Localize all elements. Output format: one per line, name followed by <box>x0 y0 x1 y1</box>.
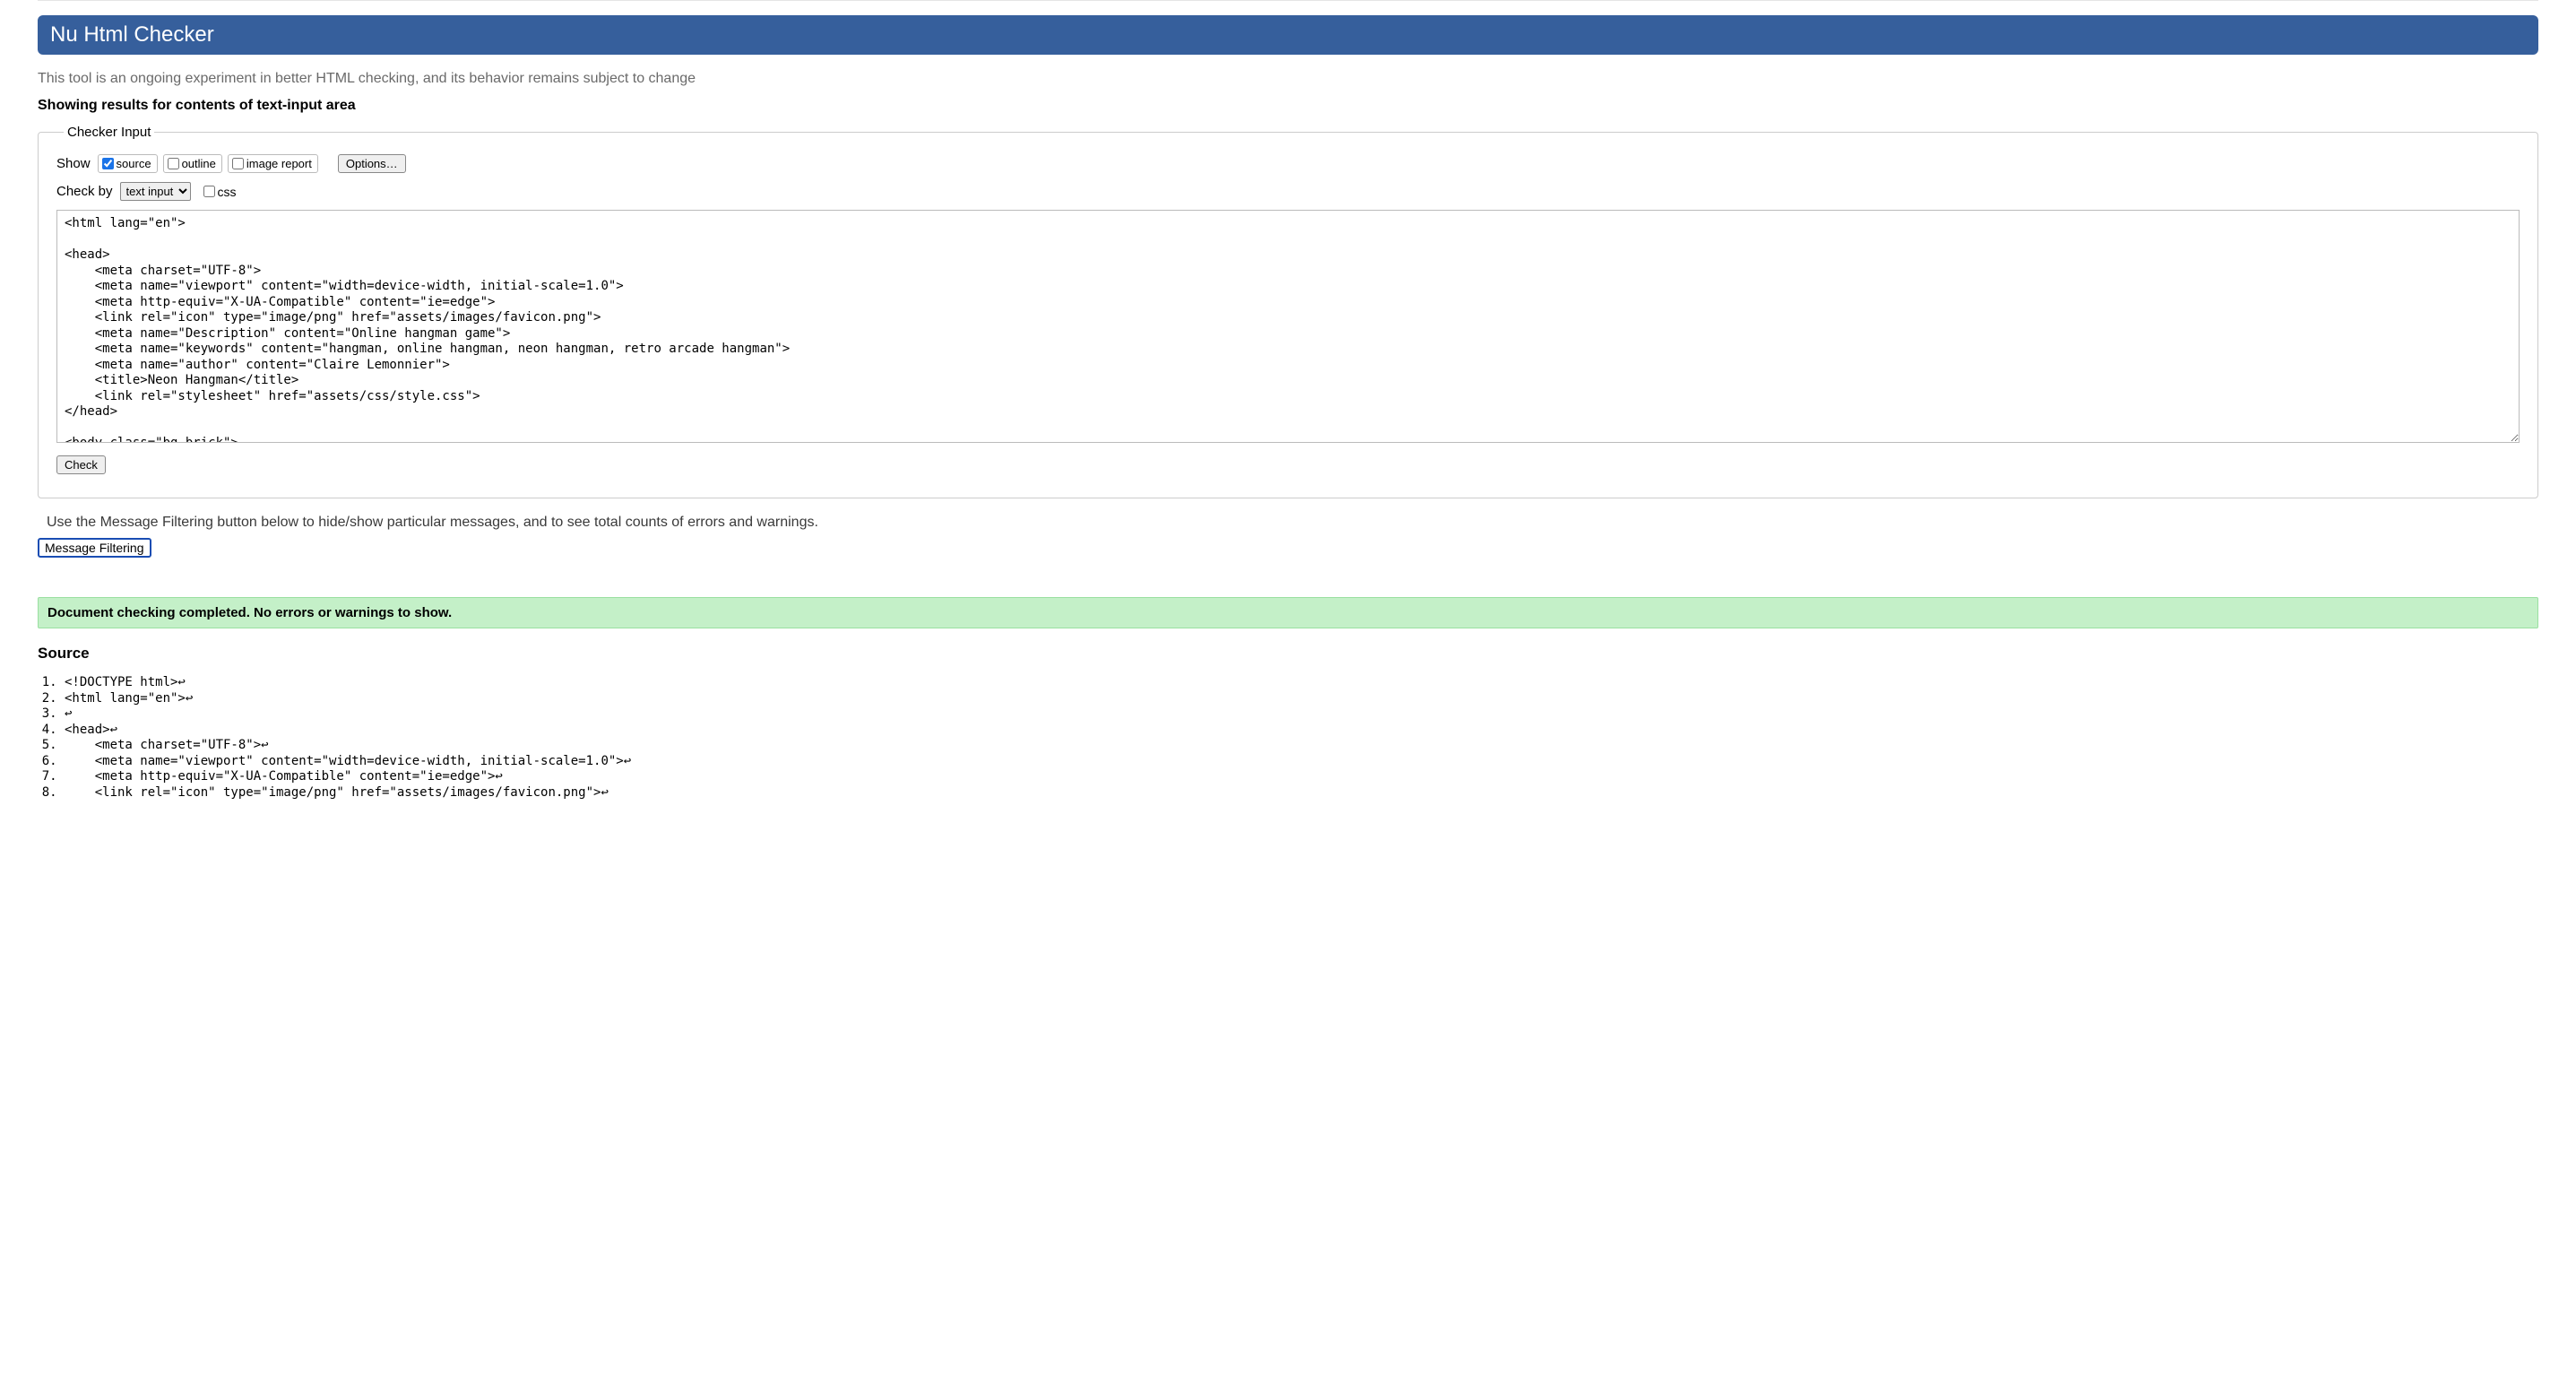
checkbox-image-report[interactable] <box>232 158 244 169</box>
message-filtering-button[interactable]: Message Filtering <box>38 538 151 558</box>
checkbox-source-label: source <box>117 157 151 170</box>
checkbox-outline-label: outline <box>182 157 216 170</box>
check-by-row: Check by text input css <box>56 182 2520 201</box>
checker-input-fieldset: Checker Input Show source outline image … <box>38 125 2538 498</box>
source-line: <head>↩ <box>65 723 2538 739</box>
checkbox-source-group[interactable]: source <box>98 154 158 173</box>
source-listing: <!DOCTYPE html>↩<html lang="en">↩↩<head>… <box>38 675 2538 801</box>
show-row: Show source outline image report Options… <box>56 154 2520 173</box>
check-button-row: Check <box>56 455 2520 474</box>
results-heading: Showing results for contents of text-inp… <box>38 98 2538 114</box>
checker-legend: Checker Input <box>64 125 154 140</box>
header-bar: Nu Html Checker <box>38 15 2538 55</box>
source-line: <meta name="viewport" content="width=dev… <box>65 754 2538 770</box>
page-title: Nu Html Checker <box>50 22 2526 48</box>
source-line: <html lang="en">↩ <box>65 691 2538 707</box>
source-line: <meta charset="UTF-8">↩ <box>65 738 2538 754</box>
checkbox-image-report-label: image report <box>246 157 312 170</box>
checkbox-image-report-group[interactable]: image report <box>228 154 318 173</box>
checkbox-css-label: css <box>218 185 237 199</box>
subtitle-text: This tool is an ongoing experiment in be… <box>38 71 2538 87</box>
source-line: <link rel="icon" type="image/png" href="… <box>65 785 2538 801</box>
success-message: Document checking completed. No errors o… <box>38 597 2538 628</box>
source-line: ↩ <box>65 706 2538 723</box>
filter-note: Use the Message Filtering button below t… <box>47 515 2538 531</box>
checkbox-css[interactable] <box>203 186 215 197</box>
checkbox-outline-group[interactable]: outline <box>163 154 222 173</box>
source-line: <!DOCTYPE html>↩ <box>65 675 2538 691</box>
check-by-select[interactable]: text input <box>120 182 191 201</box>
source-heading: Source <box>38 645 2538 663</box>
options-button[interactable]: Options… <box>338 154 406 173</box>
checkbox-outline[interactable] <box>168 158 179 169</box>
check-button[interactable]: Check <box>56 455 106 474</box>
check-by-label: Check by <box>56 184 113 199</box>
show-label: Show <box>56 156 91 171</box>
source-textarea[interactable] <box>56 210 2520 443</box>
checkbox-css-group[interactable]: css <box>203 185 237 199</box>
source-line: <meta http-equiv="X-UA-Compatible" conte… <box>65 769 2538 785</box>
checkbox-source[interactable] <box>102 158 114 169</box>
